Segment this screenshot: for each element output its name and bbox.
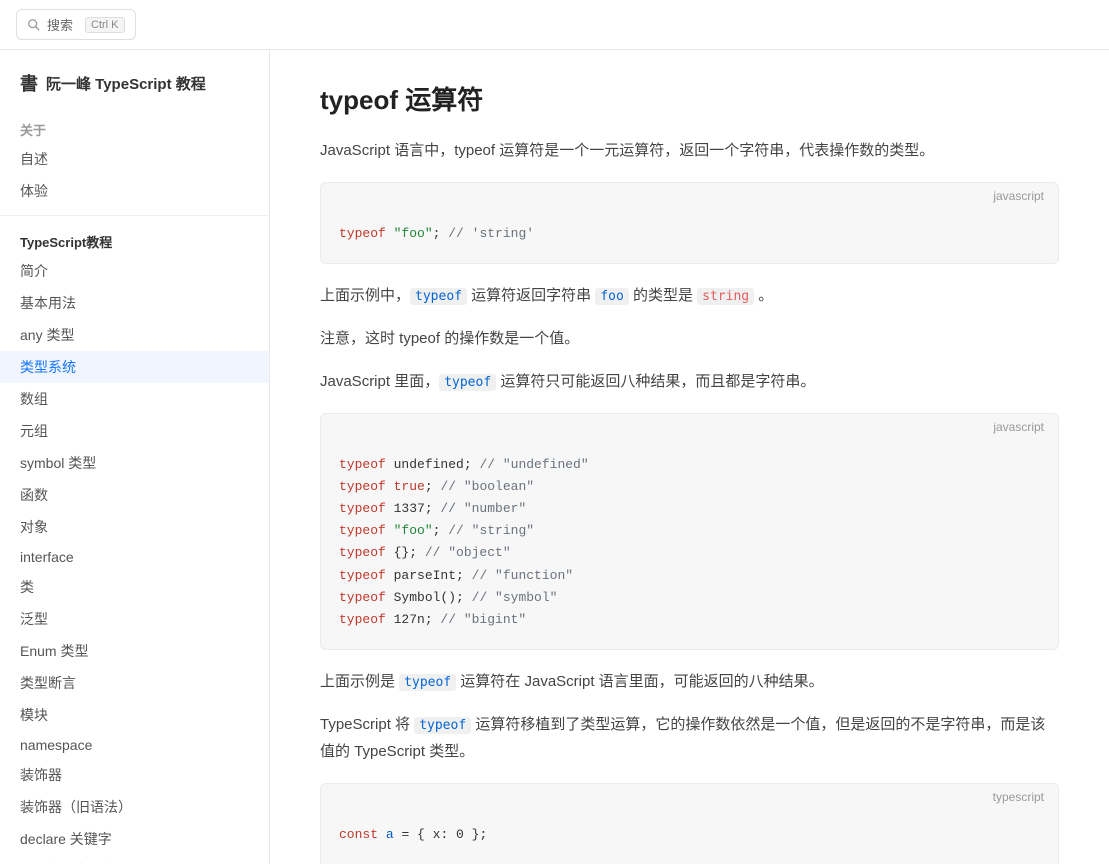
sidebar-item-zhuangshiqi[interactable]: 装饰器 (0, 759, 269, 791)
foo-inline: foo (595, 288, 628, 305)
topbar: 搜索 Ctrl K (0, 0, 1109, 50)
code-block-1-pre: typeof "foo"; // 'string' (321, 209, 1058, 263)
sidebar-item-dts[interactable]: d.ts 类型声明文件 (0, 855, 269, 864)
sidebar-section-about: 关于 (0, 112, 269, 143)
sidebar-brand: 書 阮一峰 TypeScript 教程 (0, 70, 269, 112)
sidebar-item-interface[interactable]: interface (0, 543, 269, 571)
sidebar-item-jianjie[interactable]: 简介 (0, 255, 269, 287)
sidebar-section-ts: TypeScript教程 (0, 224, 269, 255)
typeof-inline-2: typeof (439, 374, 496, 391)
sidebar-brand-title: 阮一峰 TypeScript 教程 (46, 73, 206, 94)
code-block-1: javascript typeof "foo"; // 'string' (320, 182, 1059, 264)
code-block-2-header: javascript (321, 414, 1058, 440)
sidebar-item-jibenyongfa[interactable]: 基本用法 (0, 287, 269, 319)
sidebar-item-tiyan[interactable]: 体验 (0, 175, 269, 207)
search-box[interactable]: 搜索 Ctrl K (16, 9, 136, 40)
code-block-3-header: typescript (321, 784, 1058, 810)
string-foo: "foo" (394, 226, 433, 241)
sidebar-item-yuanzu[interactable]: 元组 (0, 415, 269, 447)
para3: 注意，这时 typeof 的操作数是一个值。 (320, 325, 1059, 352)
typeof-kw-1: typeof (339, 226, 386, 241)
para2: 上面示例中，typeof 运算符返回字符串 foo 的类型是 string 。 (320, 282, 1059, 309)
sidebar-item-ziyu[interactable]: 自述 (0, 143, 269, 175)
string-inline: string (697, 288, 754, 305)
search-icon (27, 18, 41, 32)
code-lang-3: typescript (993, 790, 1044, 804)
code-block-3: typescript const a = { x: 0 }; type T0 =… (320, 783, 1059, 864)
book-icon: 書 (20, 70, 38, 96)
sidebar-item-lei[interactable]: 类 (0, 571, 269, 603)
page-title: typeof 运算符 (320, 80, 1059, 117)
para6: TypeScript 将 typeof 运算符移植到了类型运算，它的操作数依然是… (320, 711, 1059, 765)
sidebar-item-duixiang[interactable]: 对象 (0, 511, 269, 543)
layout: 書 阮一峰 TypeScript 教程 关于 自述 体验 TypeScript教… (0, 50, 1109, 864)
search-shortcut: Ctrl K (85, 17, 125, 33)
typeof-inline-1: typeof (410, 288, 467, 305)
sidebar-item-enum[interactable]: Enum 类型 (0, 635, 269, 667)
sidebar-item-any[interactable]: any 类型 (0, 319, 269, 351)
main-content: typeof 运算符 JavaScript 语言中，typeof 运算符是一个一… (270, 50, 1109, 864)
sidebar-item-shuzhu[interactable]: 数组 (0, 383, 269, 415)
sidebar-item-mokuai[interactable]: 模块 (0, 699, 269, 731)
para5: 上面示例是 typeof 运算符在 JavaScript 语言里面，可能返回的八… (320, 668, 1059, 695)
search-label: 搜索 (47, 15, 73, 34)
sidebar-item-leixingduanyan[interactable]: 类型断言 (0, 667, 269, 699)
comment-1: // 'string' (448, 226, 534, 241)
sidebar-item-fanxing[interactable]: 泛型 (0, 603, 269, 635)
typeof-inline-3: typeof (399, 674, 456, 691)
code-lang-2: javascript (993, 420, 1044, 434)
code-block-3-pre: const a = { x: 0 }; type T0 = typeof a; … (321, 810, 1058, 864)
code-block-1-header: javascript (321, 183, 1058, 209)
sidebar-item-namespace[interactable]: namespace (0, 731, 269, 759)
intro-paragraph: JavaScript 语言中，typeof 运算符是一个一元运算符，返回一个字符… (320, 137, 1059, 164)
code-block-2-pre: typeof undefined; // "undefined" typeof … (321, 440, 1058, 649)
sidebar-item-leixinxitong[interactable]: 类型系统 (0, 351, 269, 383)
code-lang-1: javascript (993, 189, 1044, 203)
sidebar: 書 阮一峰 TypeScript 教程 关于 自述 体验 TypeScript教… (0, 50, 270, 864)
sidebar-item-zhuangshiqi-old[interactable]: 装饰器（旧语法） (0, 791, 269, 823)
code-block-2: javascript typeof undefined; // "undefin… (320, 413, 1059, 650)
typeof-inline-4: typeof (414, 717, 471, 734)
para4: JavaScript 里面，typeof 运算符只可能返回八种结果，而且都是字符… (320, 368, 1059, 395)
sidebar-divider (0, 215, 269, 216)
sidebar-item-hanshu[interactable]: 函数 (0, 479, 269, 511)
sidebar-item-symbol[interactable]: symbol 类型 (0, 447, 269, 479)
sidebar-item-declare[interactable]: declare 关键字 (0, 823, 269, 855)
